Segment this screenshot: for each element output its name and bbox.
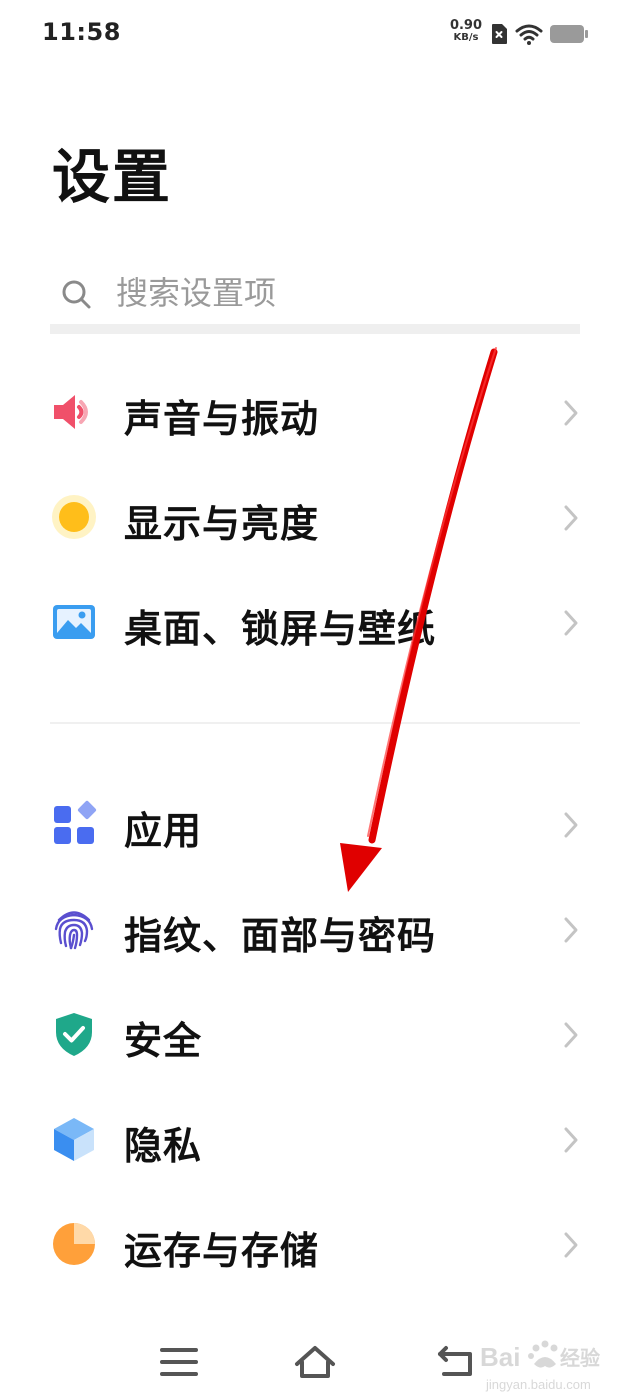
home-icon[interactable] [290,1340,340,1384]
picture-icon [53,605,95,639]
menu-item-display-brightness[interactable]: 显示与亮度 [50,473,585,563]
fingerprint-icon [54,911,94,950]
menu-item-privacy[interactable]: 隐私 [50,1095,585,1185]
chevron-right-icon [564,400,578,426]
network-speed-value: 0.90 [449,18,483,33]
settings-screen: 11:58 0.90 KB/s 设置 搜索设置项 声音与振动 显示与亮度 桌面、… [0,0,630,1400]
chevron-right-icon [564,917,578,943]
sun-icon [52,495,96,539]
search-icon [62,280,91,309]
menu-item-label: 指纹、面部与密码 [124,914,437,958]
menu-item-label: 应用 [124,809,203,853]
menu-icon[interactable] [154,1340,204,1384]
chevron-right-icon [564,1127,578,1153]
menu-item-label: 声音与振动 [124,397,320,441]
chevron-right-icon [564,610,578,636]
menu-item-security[interactable]: 安全 [50,990,585,1080]
battery-icon [550,25,588,43]
wifi-icon [515,24,543,45]
status-clock: 11:58 [42,18,121,46]
chevron-right-icon [564,812,578,838]
baidu-jingyan-watermark: Bai 经验 jingyan.baidu.com [476,1334,626,1396]
shield-check-icon [56,1013,92,1056]
speaker-icon [54,395,88,429]
network-speed: 0.90 KB/s [446,18,486,44]
apps-grid-icon [54,800,97,844]
menu-item-fingerprint-face-password[interactable]: 指纹、面部与密码 [50,885,585,975]
page-title: 设置 [52,143,173,211]
search-underline [50,324,580,334]
sim-error-icon [492,24,507,44]
svg-text:jingyan.baidu.com: jingyan.baidu.com [485,1377,591,1392]
menu-item-memory-storage[interactable]: 运存与存储 [50,1200,585,1290]
menu-item-apps[interactable]: 应用 [50,780,585,870]
menu-item-label: 显示与亮度 [124,502,320,546]
search-bar[interactable] [50,262,580,324]
cube-icon [54,1118,94,1161]
section-divider [50,722,580,724]
menu-item-label: 隐私 [124,1124,203,1168]
chevron-right-icon [564,505,578,531]
menu-item-sound-vibration[interactable]: 声音与振动 [50,368,585,458]
menu-item-desktop-lockscreen-wallpaper[interactable]: 桌面、锁屏与壁纸 [50,578,585,668]
pie-chart-icon [53,1223,95,1265]
search-input[interactable] [116,270,556,316]
back-icon[interactable] [432,1340,482,1384]
menu-item-label: 安全 [124,1019,203,1063]
chevron-right-icon [564,1232,578,1258]
svg-text:经验: 经验 [560,1346,600,1370]
svg-text:Bai: Bai [480,1342,520,1372]
status-bar: 11:58 0.90 KB/s [0,0,630,70]
baidu-paw-logo: Bai 经验 jingyan.baidu.com [480,1340,600,1392]
chevron-right-icon [564,1022,578,1048]
network-speed-unit: KB/s [453,32,479,43]
menu-item-label: 桌面、锁屏与壁纸 [124,607,437,651]
menu-item-label: 运存与存储 [124,1229,320,1273]
